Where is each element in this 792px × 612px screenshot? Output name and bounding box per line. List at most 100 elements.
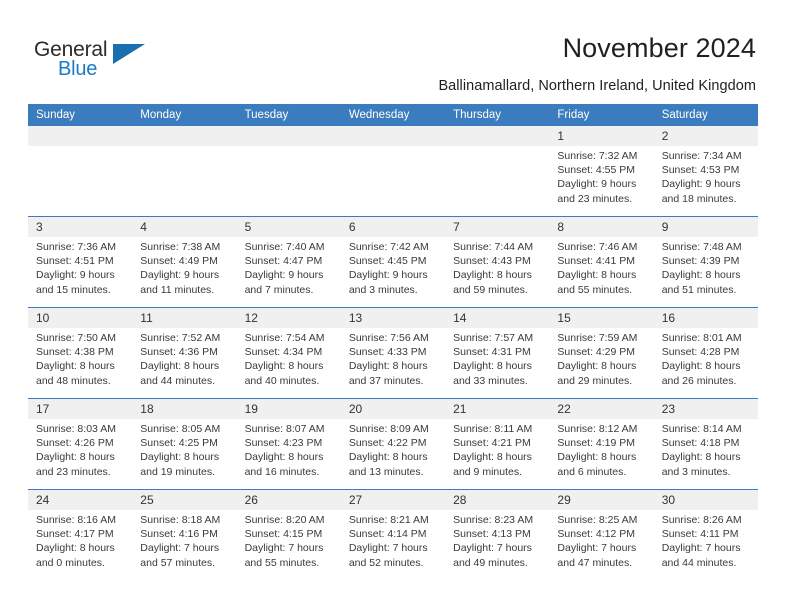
day-cell[interactable]: Sunrise: 7:52 AM Sunset: 4:36 PM Daylight:… — [132, 328, 236, 398]
day-cell[interactable]: Sunrise: 8:07 AM Sunset: 4:23 PM Daylight:… — [237, 419, 341, 489]
day-cell-empty — [445, 146, 549, 216]
day-number[interactable]: 15 — [549, 308, 653, 328]
day-cell[interactable]: Sunrise: 7:38 AM Sunset: 4:49 PM Daylight:… — [132, 237, 236, 307]
day-cell[interactable]: Sunrise: 7:59 AM Sunset: 4:29 PM Daylight:… — [549, 328, 653, 398]
day-number[interactable]: 20 — [341, 399, 445, 419]
day-detail-line: Sunset: 4:26 PM — [36, 437, 114, 450]
day-detail-line: Sunset: 4:36 PM — [140, 346, 218, 359]
day-cell[interactable]: Sunrise: 7:57 AM Sunset: 4:31 PM Daylight:… — [445, 328, 549, 398]
day-detail-line: Daylight: 8 hours — [348, 451, 428, 464]
day-detail-line: Sunrise: 8:14 AM — [661, 423, 742, 435]
day-number[interactable]: 28 — [445, 490, 549, 510]
day-number[interactable]: 30 — [654, 490, 758, 510]
day-detail-line: Sunrise: 7:50 AM — [36, 332, 116, 344]
day-number-empty — [341, 126, 445, 146]
weekday-header-monday: Monday — [140, 109, 182, 121]
day-number[interactable]: 3 — [28, 217, 132, 237]
day-detail-line: Sunset: 4:29 PM — [557, 346, 636, 359]
day-cell[interactable]: Sunrise: 8:20 AM Sunset: 4:15 PM Daylight:… — [237, 510, 341, 580]
page-subtitle: Ballinamallard, Northern Ireland, United… — [438, 78, 756, 94]
day-cell[interactable]: Sunrise: 7:46 AM Sunset: 4:41 PM Daylight:… — [549, 237, 653, 307]
day-detail-line: Sunset: 4:49 PM — [140, 255, 218, 268]
calendar-table: Sunday Monday Tuesday Wednesday Thursday Frid… — [28, 104, 758, 580]
day-details-band: Sunrise: 7:36 AM Sunset: 4:51 PM Daylight:… — [28, 237, 758, 307]
day-number[interactable]: 6 — [341, 217, 445, 237]
day-number[interactable]: 11 — [132, 308, 236, 328]
day-detail-line: and 44 minutes. — [140, 374, 215, 387]
day-detail-line: Daylight: 8 hours — [661, 360, 741, 373]
day-detail-line: Daylight: 7 hours — [661, 542, 741, 555]
day-cell[interactable]: Sunrise: 8:11 AM Sunset: 4:21 PM Daylight:… — [445, 419, 549, 489]
day-number[interactable]: 2 — [654, 126, 758, 146]
day-cell[interactable]: Sunrise: 7:44 AM Sunset: 4:43 PM Daylight:… — [445, 237, 549, 307]
day-cell[interactable]: Sunrise: 8:23 AM Sunset: 4:13 PM Daylight:… — [445, 510, 549, 580]
day-cell[interactable]: Sunrise: 8:09 AM Sunset: 4:22 PM Daylight:… — [341, 419, 445, 489]
day-detail-line: Sunset: 4:45 PM — [348, 255, 427, 268]
day-number-empty — [445, 126, 549, 146]
day-number[interactable]: 5 — [237, 217, 341, 237]
day-detail-line: Sunrise: 7:59 AM — [557, 332, 638, 344]
calendar-week-row: 17 18 19 20 21 22 23 Sunrise: 8:03 AM Sunset: 4:… — [28, 398, 758, 489]
day-cell[interactable]: Sunrise: 8:14 AM Sunset: 4:18 PM Daylight:… — [654, 419, 758, 489]
day-number[interactable]: 18 — [132, 399, 236, 419]
day-detail-line: and 3 minutes. — [348, 283, 418, 296]
day-number[interactable]: 17 — [28, 399, 132, 419]
day-detail-line: and 48 minutes. — [36, 374, 111, 387]
day-cell[interactable]: Sunrise: 7:48 AM Sunset: 4:39 PM Daylight:… — [654, 237, 758, 307]
day-detail-line: and 49 minutes. — [453, 556, 528, 569]
weekday-header-sunday: Sunday — [36, 109, 76, 121]
day-cell[interactable]: Sunrise: 8:18 AM Sunset: 4:16 PM Daylight:… — [132, 510, 236, 580]
day-detail-line: Daylight: 9 hours — [244, 269, 324, 282]
day-cell[interactable]: Sunrise: 7:36 AM Sunset: 4:51 PM Daylight:… — [28, 237, 132, 307]
triangle-icon — [113, 44, 145, 64]
day-detail-line: Daylight: 9 hours — [140, 269, 220, 282]
weekday-header-thursday: Thursday — [453, 109, 502, 121]
calendar-week-row: 24 25 26 27 28 29 30 Sunrise: 8:16 AM Sunset: 4:… — [28, 489, 758, 580]
day-number[interactable]: 24 — [28, 490, 132, 510]
day-cell[interactable]: Sunrise: 7:56 AM Sunset: 4:33 PM Daylight:… — [341, 328, 445, 398]
day-cell[interactable]: Sunrise: 8:12 AM Sunset: 4:19 PM Daylight:… — [549, 419, 653, 489]
day-cell[interactable]: Sunrise: 7:40 AM Sunset: 4:47 PM Daylight:… — [237, 237, 341, 307]
day-number[interactable]: 23 — [654, 399, 758, 419]
day-number[interactable]: 19 — [237, 399, 341, 419]
day-cell[interactable]: Sunrise: 7:42 AM Sunset: 4:45 PM Daylight:… — [341, 237, 445, 307]
day-number[interactable]: 21 — [445, 399, 549, 419]
day-detail-line: Sunrise: 7:40 AM — [244, 241, 325, 253]
day-number[interactable]: 8 — [549, 217, 653, 237]
calendar-weeks: 1 2 Sunrise: 7:32 AM Sunset: 4:55 PM Dayligh… — [28, 126, 758, 580]
day-detail-line: Daylight: 8 hours — [36, 360, 115, 373]
day-number[interactable]: 25 — [132, 490, 236, 510]
day-detail-line: and 40 minutes. — [244, 374, 320, 387]
day-cell[interactable]: Sunrise: 8:16 AM Sunset: 4:17 PM Daylight:… — [28, 510, 132, 580]
day-cell[interactable]: Sunrise: 8:05 AM Sunset: 4:25 PM Daylight:… — [132, 419, 236, 489]
day-cell[interactable]: Sunrise: 8:21 AM Sunset: 4:14 PM Daylight:… — [341, 510, 445, 580]
day-detail-line: Sunset: 4:18 PM — [661, 437, 740, 450]
general-blue-logo[interactable]: General Blue — [34, 38, 164, 84]
day-number[interactable]: 1 — [549, 126, 653, 146]
day-cell[interactable]: Sunrise: 8:25 AM Sunset: 4:12 PM Daylight:… — [549, 510, 653, 580]
day-number[interactable]: 4 — [132, 217, 236, 237]
day-cell[interactable]: Sunrise: 7:54 AM Sunset: 4:34 PM Daylight:… — [237, 328, 341, 398]
day-number[interactable]: 27 — [341, 490, 445, 510]
day-number[interactable]: 7 — [445, 217, 549, 237]
day-cell[interactable]: Sunrise: 8:01 AM Sunset: 4:28 PM Daylight:… — [654, 328, 758, 398]
day-number[interactable]: 16 — [654, 308, 758, 328]
day-number[interactable]: 10 — [28, 308, 132, 328]
day-detail-line: and 33 minutes. — [453, 374, 528, 387]
day-cell[interactable]: Sunrise: 8:03 AM Sunset: 4:26 PM Daylight:… — [28, 419, 132, 489]
day-cell[interactable]: Sunrise: 8:26 AM Sunset: 4:11 PM Daylight:… — [654, 510, 758, 580]
day-detail-line: Sunset: 4:14 PM — [348, 528, 427, 541]
day-number[interactable]: 9 — [654, 217, 758, 237]
day-detail-line: Daylight: 9 hours — [661, 178, 741, 191]
day-number[interactable]: 29 — [549, 490, 653, 510]
day-number[interactable]: 12 — [237, 308, 341, 328]
day-detail-line: Sunrise: 7:57 AM — [453, 332, 534, 344]
day-cell[interactable]: Sunrise: 7:50 AM Sunset: 4:38 PM Daylight:… — [28, 328, 132, 398]
day-cell[interactable]: Sunrise: 7:32 AM Sunset: 4:55 PM Daylight:… — [549, 146, 653, 216]
day-number-band: 10 11 12 13 14 15 16 — [28, 308, 758, 328]
day-number[interactable]: 13 — [341, 308, 445, 328]
day-cell[interactable]: Sunrise: 7:34 AM Sunset: 4:53 PM Daylight:… — [654, 146, 758, 216]
day-number[interactable]: 26 — [237, 490, 341, 510]
day-number[interactable]: 22 — [549, 399, 653, 419]
day-number[interactable]: 14 — [445, 308, 549, 328]
